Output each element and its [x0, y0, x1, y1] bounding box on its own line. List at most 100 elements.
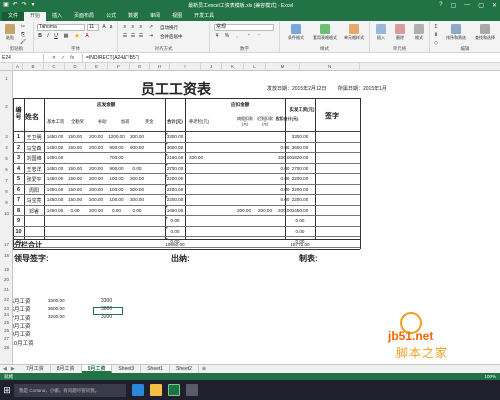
grow-font-icon[interactable]: A — [101, 24, 107, 30]
employee-name[interactable]: 马宝亮 — [24, 197, 44, 204]
month-label[interactable]: 9月工资 — [13, 330, 31, 338]
row-header[interactable]: 17 — [0, 242, 13, 247]
align-center-icon[interactable]: ☰ — [130, 33, 136, 39]
column-header[interactable]: B — [23, 63, 44, 71]
column-header[interactable]: K — [222, 63, 244, 71]
store-icon[interactable] — [186, 384, 198, 396]
employee-name[interactable]: 王卫明 — [24, 134, 44, 141]
edge-icon[interactable] — [132, 384, 144, 396]
salary-cell[interactable]: 200.00 — [86, 187, 106, 192]
align-bottom-icon[interactable]: ≡ — [138, 24, 144, 30]
salary-cell[interactable]: 0.00 — [285, 229, 315, 234]
row-header[interactable]: 28 — [0, 345, 13, 350]
salary-cell[interactable]: 300.00 — [127, 187, 147, 192]
row-header[interactable]: 1 — [0, 76, 13, 81]
row-header[interactable]: 23 — [0, 306, 13, 311]
sheet-tab[interactable]: Sheet3 — [112, 365, 142, 373]
indent-icon[interactable]: ⇥ — [148, 33, 154, 39]
font-color-icon[interactable]: A — [84, 33, 90, 39]
row-header[interactable]: 19 — [0, 267, 13, 272]
salary-cell[interactable]: 3600.00 — [285, 145, 315, 150]
italic-icon[interactable]: I — [45, 33, 51, 39]
salary-cell[interactable]: 150.00 — [65, 187, 85, 192]
cortana-search[interactable]: 我是 Cortana，小娜。有问题尽管问我。 — [14, 383, 126, 397]
explorer-icon[interactable] — [150, 384, 162, 396]
salary-cell[interactable]: 330.00 — [185, 155, 207, 160]
month-value[interactable]: 3300.00 — [48, 298, 65, 303]
employee-number[interactable]: 9 — [13, 218, 24, 224]
ribbon-tab[interactable]: 视图 — [166, 12, 188, 21]
column-header[interactable]: A — [13, 63, 23, 71]
fill-color-icon[interactable]: ◆ — [74, 33, 80, 39]
autosum-icon[interactable]: Σ — [433, 24, 439, 30]
insert-button[interactable]: 插入 — [372, 23, 390, 43]
delete-button[interactable]: 删除 — [391, 23, 409, 43]
salary-cell[interactable]: 1450.00 — [45, 166, 65, 171]
prev-sheet-icon[interactable]: ◀ — [3, 366, 7, 372]
font-size-select[interactable]: 11 — [87, 24, 99, 31]
sheet-tab[interactable]: 7月工资 — [20, 365, 51, 373]
month-label[interactable]: 6月工资 — [13, 305, 31, 313]
column-header[interactable]: N — [300, 63, 360, 71]
month-label[interactable]: 5月工资 — [13, 297, 31, 305]
salary-cell[interactable]: 100.00 — [106, 197, 127, 202]
salary-cell[interactable]: 0.00 — [127, 166, 147, 171]
subtotal-net[interactable]: 18770.00 — [285, 242, 315, 247]
salary-cell[interactable]: 0.00 — [285, 218, 315, 223]
salary-cell[interactable]: 200.00 — [255, 208, 275, 213]
row-header[interactable]: 26 — [0, 328, 13, 333]
row-header[interactable]: 21 — [0, 287, 13, 292]
find-select-button[interactable]: 查找和选择 — [471, 23, 499, 43]
salary-cell[interactable]: 1450.00 — [285, 208, 315, 213]
salary-cell[interactable]: 3600.00 — [165, 145, 185, 150]
salary-cell[interactable]: 900.00 — [106, 145, 127, 150]
row-header[interactable]: 2 — [0, 104, 13, 109]
salary-cell[interactable]: 150.00 — [65, 134, 85, 139]
salary-cell[interactable]: 2200.00 — [165, 176, 185, 181]
column-header[interactable]: D — [65, 63, 86, 71]
close-icon[interactable]: ✕ — [492, 2, 497, 9]
row-header[interactable]: 6 — [0, 167, 13, 172]
salary-cell[interactable]: 3300.00 — [285, 134, 315, 139]
month-value[interactable]: 3600.00 — [48, 306, 65, 311]
sheet-tab[interactable]: 9月工资 — [81, 365, 113, 373]
format-button[interactable]: 格式 — [410, 23, 428, 43]
row-header[interactable]: 4 — [0, 145, 13, 150]
column-header[interactable]: L — [244, 63, 266, 71]
sheet-tab[interactable]: 8月工资 — [51, 365, 82, 373]
minimize-icon[interactable]: — — [464, 2, 470, 9]
salary-cell[interactable]: 200.00 — [86, 176, 106, 181]
border-icon[interactable]: ▦ — [63, 33, 69, 39]
salary-cell[interactable]: 900.00 — [106, 166, 127, 171]
column-header[interactable]: I — [170, 63, 201, 71]
salary-cell[interactable]: 300.00 — [127, 197, 147, 202]
wrap-text-button[interactable]: 自动换行 — [160, 25, 178, 31]
column-header[interactable]: J — [201, 63, 222, 71]
cut-icon[interactable]: ✂ — [20, 24, 26, 30]
column-header[interactable]: G — [130, 63, 150, 71]
salary-cell[interactable]: 0.00 — [165, 229, 185, 234]
enter-icon[interactable]: ✓ — [61, 55, 65, 61]
employee-number[interactable]: 6 — [13, 187, 24, 193]
excel-icon[interactable] — [168, 384, 180, 396]
month-label[interactable]: 10月工资 — [13, 339, 34, 347]
salary-cell[interactable]: 100.00 — [106, 176, 127, 181]
align-top-icon[interactable]: ≡ — [122, 24, 128, 30]
employee-number[interactable]: 10 — [13, 229, 24, 235]
employee-number[interactable]: 7 — [13, 197, 24, 203]
worksheet[interactable]: 员工工资表 发放日期：2015年2月12日 所属日期：2015年1月 编号 姓名… — [13, 71, 500, 364]
salary-cell[interactable]: 150.00 — [65, 145, 85, 150]
number-format-select[interactable]: 常规 — [214, 24, 274, 31]
save-icon[interactable]: ▣ — [3, 2, 9, 8]
salary-cell[interactable]: 200.00 — [86, 134, 106, 139]
salary-cell[interactable]: 0.00 — [65, 208, 85, 213]
salary-cell[interactable]: 1450.00 — [45, 187, 65, 192]
conditional-format-button[interactable]: 条件格式 — [283, 23, 309, 43]
salary-cell[interactable]: 0.00 — [127, 208, 147, 213]
employee-number[interactable]: 8 — [13, 208, 24, 214]
row-header[interactable]: 22 — [0, 297, 13, 302]
employee-number[interactable]: 1 — [13, 134, 24, 140]
formula-input[interactable]: =INDIRECT(A24&"!B5") — [82, 54, 500, 62]
function-icon[interactable]: fx — [70, 55, 74, 61]
salary-cell[interactable]: 2200.00 — [165, 197, 185, 202]
